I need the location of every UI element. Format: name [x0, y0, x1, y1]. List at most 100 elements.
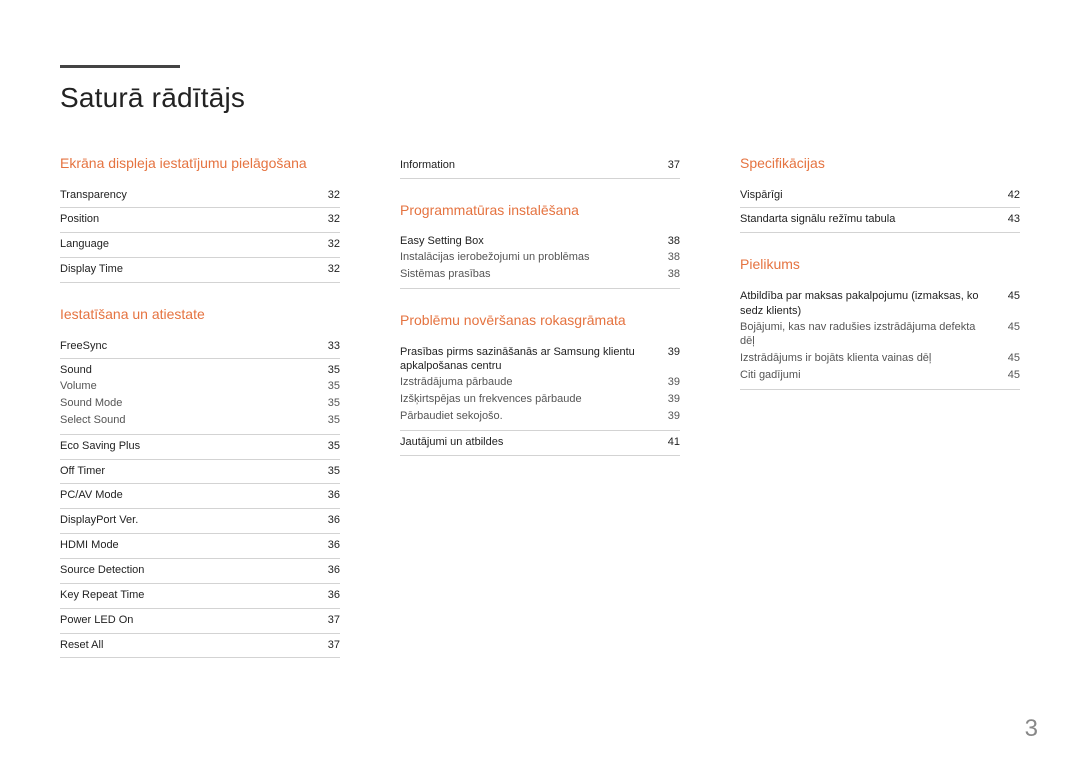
toc-group: Prasības pirms sazināšanās ar Samsung kl…: [400, 341, 680, 431]
toc-page: 39: [656, 375, 680, 390]
toc-page: 32: [316, 262, 340, 277]
toc-label: DisplayPort Ver.: [60, 513, 316, 528]
section-heading: Programmatūras instalēšana: [400, 201, 680, 221]
toc-label: Vispārīgi: [740, 188, 996, 203]
page-number: 3: [1025, 715, 1038, 743]
toc-label: Sound Mode: [60, 396, 316, 411]
toc-page: 38: [656, 250, 680, 265]
section-heading: Iestatīšana un atiestate: [60, 305, 340, 325]
toc-subentry[interactable]: Citi gadījumi45: [740, 367, 1020, 384]
toc-page: 37: [316, 613, 340, 628]
toc-page: 38: [656, 267, 680, 282]
toc-label: Izstrādājuma pārbaude: [400, 375, 656, 390]
toc-subentry[interactable]: Sound Mode35: [60, 395, 340, 412]
toc-label: Transparency: [60, 188, 316, 203]
toc-entry[interactable]: Information37: [400, 154, 680, 179]
toc-label: Volume: [60, 379, 316, 394]
toc-page: 32: [316, 212, 340, 227]
toc-entry[interactable]: Transparency32: [60, 184, 340, 209]
toc-page: 37: [316, 638, 340, 653]
toc-entry[interactable]: Source Detection36: [60, 559, 340, 584]
toc-page: 45: [996, 289, 1020, 319]
toc-subentry[interactable]: Pārbaudiet sekojošo.39: [400, 408, 680, 425]
toc-entry[interactable]: Eco Saving Plus35: [60, 435, 340, 460]
toc-label: Position: [60, 212, 316, 227]
toc-page: 33: [316, 339, 340, 354]
toc-label: Key Repeat Time: [60, 588, 316, 603]
toc-page: 37: [656, 158, 680, 173]
toc-entry[interactable]: Display Time32: [60, 258, 340, 283]
page-title: Saturā rādītājs: [60, 82, 1020, 114]
toc-page: 36: [316, 563, 340, 578]
toc-subentry[interactable]: Izšķirtspējas un frekvences pārbaude39: [400, 391, 680, 408]
toc-page: 39: [656, 345, 680, 375]
toc-entry[interactable]: Key Repeat Time36: [60, 584, 340, 609]
toc-page: 39: [656, 409, 680, 424]
toc-page: 35: [316, 396, 340, 411]
toc-page: 38: [656, 234, 680, 249]
toc-subentry[interactable]: Bojājumi, kas nav radušies izstrādājuma …: [740, 319, 1020, 351]
toc-label: Information: [400, 158, 656, 173]
toc-page: 35: [316, 379, 340, 394]
toc-label: Prasības pirms sazināšanās ar Samsung kl…: [400, 345, 656, 375]
toc-subentry[interactable]: Volume35: [60, 378, 340, 395]
toc-entry[interactable]: Standarta signālu režīmu tabula43: [740, 208, 1020, 233]
toc-page: 35: [316, 464, 340, 479]
toc-entry[interactable]: Atbildība par maksas pakalpojumu (izmaks…: [740, 289, 1020, 319]
toc-label: Language: [60, 237, 316, 252]
toc-page: 36: [316, 588, 340, 603]
toc-subentry[interactable]: Sistēmas prasības38: [400, 266, 680, 283]
toc-group: Sound35 Volume35 Sound Mode35 Select Sou…: [60, 359, 340, 434]
toc-page: 41: [656, 435, 680, 450]
toc-entry[interactable]: Language32: [60, 233, 340, 258]
toc-entry[interactable]: Off Timer35: [60, 460, 340, 485]
toc-label: Source Detection: [60, 563, 316, 578]
toc-label: Instalācijas ierobežojumi un problēmas: [400, 250, 656, 265]
toc-label: HDMI Mode: [60, 538, 316, 553]
toc-group: Easy Setting Box38 Instalācijas ierobežo…: [400, 230, 680, 289]
toc-label: Izstrādājums ir bojāts klienta vainas dē…: [740, 351, 996, 366]
toc-entry[interactable]: Sound35: [60, 363, 340, 378]
toc-entry[interactable]: Position32: [60, 208, 340, 233]
toc-label: Standarta signālu režīmu tabula: [740, 212, 996, 227]
toc-entry[interactable]: DisplayPort Ver.36: [60, 509, 340, 534]
toc-label: Atbildība par maksas pakalpojumu (izmaks…: [740, 289, 996, 319]
toc-entry[interactable]: Easy Setting Box38: [400, 234, 680, 249]
toc-label: Izšķirtspējas un frekvences pārbaude: [400, 392, 656, 407]
toc-entry[interactable]: Power LED On37: [60, 609, 340, 634]
toc-label: PC/AV Mode: [60, 488, 316, 503]
toc-entry[interactable]: Reset All37: [60, 634, 340, 659]
toc-page: 43: [996, 212, 1020, 227]
toc-subentry[interactable]: Izstrādājuma pārbaude39: [400, 374, 680, 391]
toc-entry[interactable]: Prasības pirms sazināšanās ar Samsung kl…: [400, 345, 680, 375]
toc-label: Display Time: [60, 262, 316, 277]
section-heading: Specifikācijas: [740, 154, 1020, 174]
toc-entry[interactable]: HDMI Mode36: [60, 534, 340, 559]
toc-label: FreeSync: [60, 339, 316, 354]
toc-page: 35: [316, 363, 340, 378]
toc-page: 45: [996, 320, 1020, 350]
toc-subentry[interactable]: Izstrādājums ir bojāts klienta vainas dē…: [740, 350, 1020, 367]
column-3: Specifikācijas Vispārīgi42 Standarta sig…: [740, 154, 1020, 658]
toc-entry[interactable]: PC/AV Mode36: [60, 484, 340, 509]
toc-page: 39: [656, 392, 680, 407]
toc-subentry[interactable]: Select Sound35: [60, 412, 340, 429]
section-heading: Ekrāna displeja iestatījumu pielāgošana: [60, 154, 340, 174]
toc-entry[interactable]: Vispārīgi42: [740, 184, 1020, 209]
toc-page: 36: [316, 538, 340, 553]
toc-entry[interactable]: FreeSync33: [60, 335, 340, 360]
title-rule: [60, 65, 180, 68]
toc-label: Jautājumi un atbildes: [400, 435, 656, 450]
toc-entry[interactable]: Jautājumi un atbildes41: [400, 431, 680, 456]
toc-label: Reset All: [60, 638, 316, 653]
toc-page: 36: [316, 513, 340, 528]
toc-page: 35: [316, 413, 340, 428]
toc-page: 45: [996, 351, 1020, 366]
section-heading: Problēmu novēršanas rokasgrāmata: [400, 311, 680, 331]
toc-label: Sistēmas prasības: [400, 267, 656, 282]
toc-columns: Ekrāna displeja iestatījumu pielāgošana …: [60, 154, 1020, 658]
column-2: Information37 Programmatūras instalēšana…: [400, 154, 680, 658]
toc-subentry[interactable]: Instalācijas ierobežojumi un problēmas38: [400, 249, 680, 266]
toc-label: Select Sound: [60, 413, 316, 428]
toc-page: 42: [996, 188, 1020, 203]
